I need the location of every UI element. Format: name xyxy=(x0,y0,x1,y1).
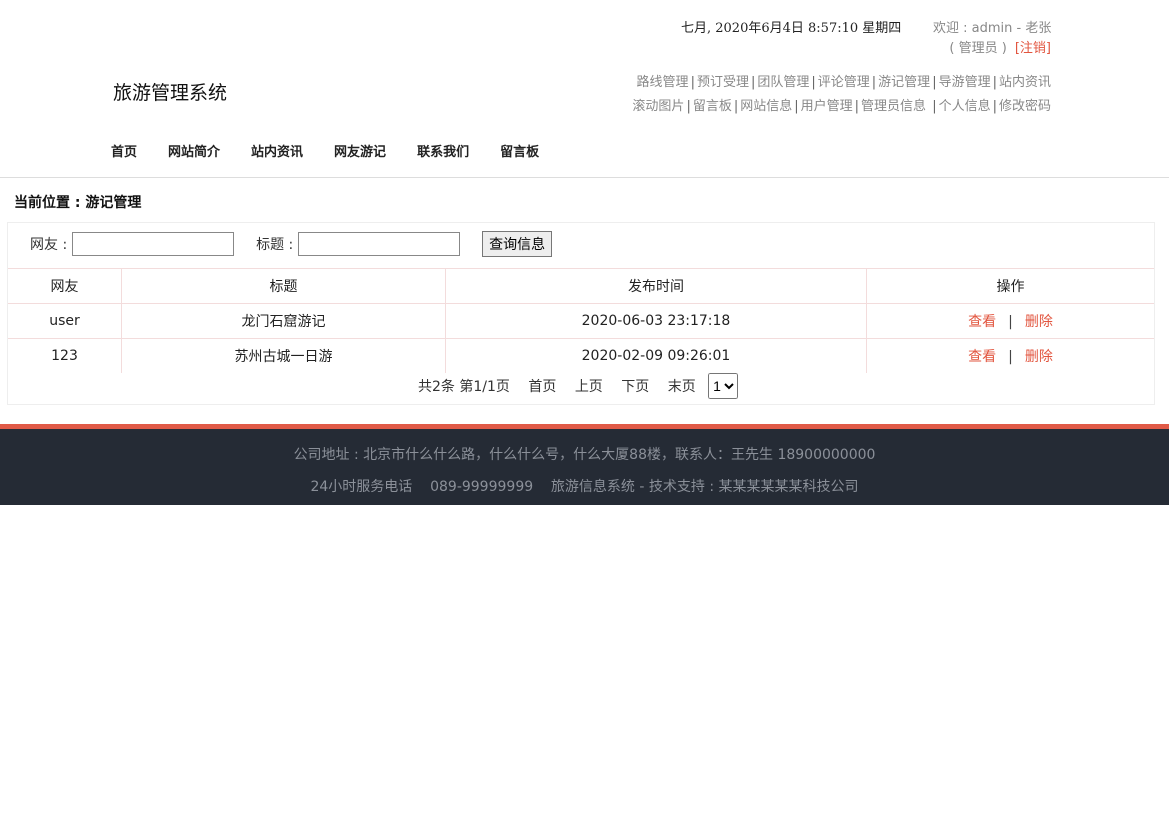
last-page-link[interactable]: 末页 xyxy=(668,379,696,395)
cell-actions: 查看 | 删除 xyxy=(866,338,1154,373)
cell-time: 2020-06-03 23:17:18 xyxy=(445,303,867,339)
admin-links-row1: 路线管理 | 预订受理 | 团队管理 | 评论管理 | 游记管理 | 导游管理 | 站内资讯 xyxy=(637,71,1051,90)
column-header-time: 发布时间 xyxy=(445,268,867,304)
title-filter-label: 标题 : xyxy=(256,237,294,253)
pagination: 共2条 第1/1页 首页 上页 下页 末页 1 xyxy=(418,373,739,399)
prev-page-link[interactable]: 上页 xyxy=(575,379,603,395)
table-row: 123 苏州古城一日游 2020-02-09 09:26:01 查看 | 删除 xyxy=(8,338,1154,373)
delete-link[interactable]: 删除 xyxy=(1025,314,1053,330)
admin-link-users[interactable]: 用户管理 xyxy=(801,99,853,114)
column-header-user: 网友 xyxy=(8,268,122,304)
cell-user: user xyxy=(8,303,122,339)
cell-title: 苏州古城一日游 xyxy=(121,338,446,373)
nav-contact[interactable]: 联系我们 xyxy=(417,145,469,160)
travelogue-table: 网友 标题 发布时间 操作 user 龙门石窟游记 2020-06-03 23:… xyxy=(8,268,1154,373)
nav-about[interactable]: 网站简介 xyxy=(168,145,220,160)
admin-link-guides[interactable]: 导游管理 xyxy=(939,75,991,90)
admin-link-guestbook[interactable]: 留言板 xyxy=(693,99,732,114)
footer-contact: 24小时服务电话 089-99999999 旅游信息系统 - 技术支持 : 某某… xyxy=(310,479,859,495)
nav-guestbook[interactable]: 留言板 xyxy=(500,145,539,160)
link-separator: | xyxy=(932,75,937,90)
cell-title: 龙门石窟游记 xyxy=(121,303,446,339)
first-page-link[interactable]: 首页 xyxy=(528,379,556,395)
admin-link-admins[interactable]: 管理员信息 xyxy=(861,99,926,114)
view-link[interactable]: 查看 xyxy=(968,349,996,365)
column-header-title: 标题 xyxy=(121,268,446,304)
title-filter-input[interactable] xyxy=(297,232,460,256)
nav-home[interactable]: 首页 xyxy=(111,145,137,160)
current-datetime: 七月, 2020年6月4日 8:57:10 星期四 xyxy=(681,21,902,36)
admin-link-comments[interactable]: 评论管理 xyxy=(818,75,870,90)
table-header-row: 网友 标题 发布时间 操作 xyxy=(8,268,1154,304)
link-separator: | xyxy=(686,99,691,114)
link-separator: | xyxy=(992,75,997,90)
link-separator: | xyxy=(794,99,799,114)
admin-link-news[interactable]: 站内资讯 xyxy=(999,75,1051,90)
column-header-actions: 操作 xyxy=(866,268,1154,304)
link-separator: | xyxy=(750,75,756,90)
link-separator: | xyxy=(690,75,695,90)
nav-travelogues[interactable]: 网友游记 xyxy=(334,145,386,160)
delete-link[interactable]: 删除 xyxy=(1025,349,1053,365)
admin-link-slides[interactable]: 滚动图片 xyxy=(632,99,684,114)
site-title: 旅游管理系统 xyxy=(113,82,228,104)
admin-link-team[interactable]: 团队管理 xyxy=(757,75,809,90)
admin-links-row2: 滚动图片 | 留言板 | 网站信息 | 用户管理 | 管理员信息 | 个人信息 | 修改密码 xyxy=(632,95,1051,114)
admin-link-profile[interactable]: 个人信息 xyxy=(939,99,991,114)
action-separator: | xyxy=(1008,314,1013,330)
admin-link-site-info[interactable]: 网站信息 xyxy=(740,99,792,114)
table-row: user 龙门石窟游记 2020-06-03 23:17:18 查看 | 删除 xyxy=(8,303,1154,339)
cell-time: 2020-02-09 09:26:01 xyxy=(445,338,867,373)
link-separator: | xyxy=(733,99,739,114)
travelogue-panel: 网友 : 标题 : 查询信息 网友 标题 发布时间 操作 user 龙门石窟游记… xyxy=(7,222,1155,405)
role-label: ( 管理员 ) xyxy=(949,41,1007,56)
next-page-link[interactable]: 下页 xyxy=(621,379,649,395)
breadcrumb: 当前位置 : 游记管理 xyxy=(14,195,142,211)
main-nav: 首页 网站简介 站内资讯 网友游记 联系我们 留言板 xyxy=(111,141,570,160)
page-footer: 公司地址 : 北京市什么什么路，什么什么号，什么大厦88楼，联系人：王先生 18… xyxy=(0,424,1169,505)
action-separator: | xyxy=(1008,349,1013,365)
link-separator: | xyxy=(871,75,877,90)
welcome-text: 欢迎 : admin - 老张 xyxy=(933,21,1052,36)
admin-link-travelogues[interactable]: 游记管理 xyxy=(878,75,930,90)
link-separator: | xyxy=(811,75,816,90)
search-bar: 网友 : 标题 : 查询信息 xyxy=(30,231,553,257)
link-separator: | xyxy=(854,99,860,114)
user-role-line: ( 管理员 ) [注销] xyxy=(949,37,1051,56)
admin-link-route[interactable]: 路线管理 xyxy=(637,75,689,90)
total-count: 共2条 xyxy=(418,379,455,395)
page-select[interactable]: 1 xyxy=(708,373,739,399)
link-separator: | xyxy=(928,99,937,114)
link-separator: | xyxy=(992,99,997,114)
footer-address: 公司地址 : 北京市什么什么路，什么什么号，什么大厦88楼，联系人：王先生 18… xyxy=(293,447,876,463)
page-header: 七月, 2020年6月4日 8:57:10 星期四 欢迎 : admin - 老… xyxy=(0,0,1169,178)
nav-news[interactable]: 站内资讯 xyxy=(251,145,303,160)
page-indicator: 第1/1页 xyxy=(459,379,510,395)
cell-user: 123 xyxy=(8,338,122,373)
user-filter-label: 网友 : xyxy=(30,237,68,253)
logout-link[interactable]: [注销] xyxy=(1015,41,1051,56)
admin-link-booking[interactable]: 预订受理 xyxy=(697,75,749,90)
search-button[interactable]: 查询信息 xyxy=(482,231,553,257)
admin-link-password[interactable]: 修改密码 xyxy=(999,99,1051,114)
view-link[interactable]: 查看 xyxy=(968,314,996,330)
user-filter-input[interactable] xyxy=(71,232,234,256)
cell-actions: 查看 | 删除 xyxy=(866,303,1154,339)
